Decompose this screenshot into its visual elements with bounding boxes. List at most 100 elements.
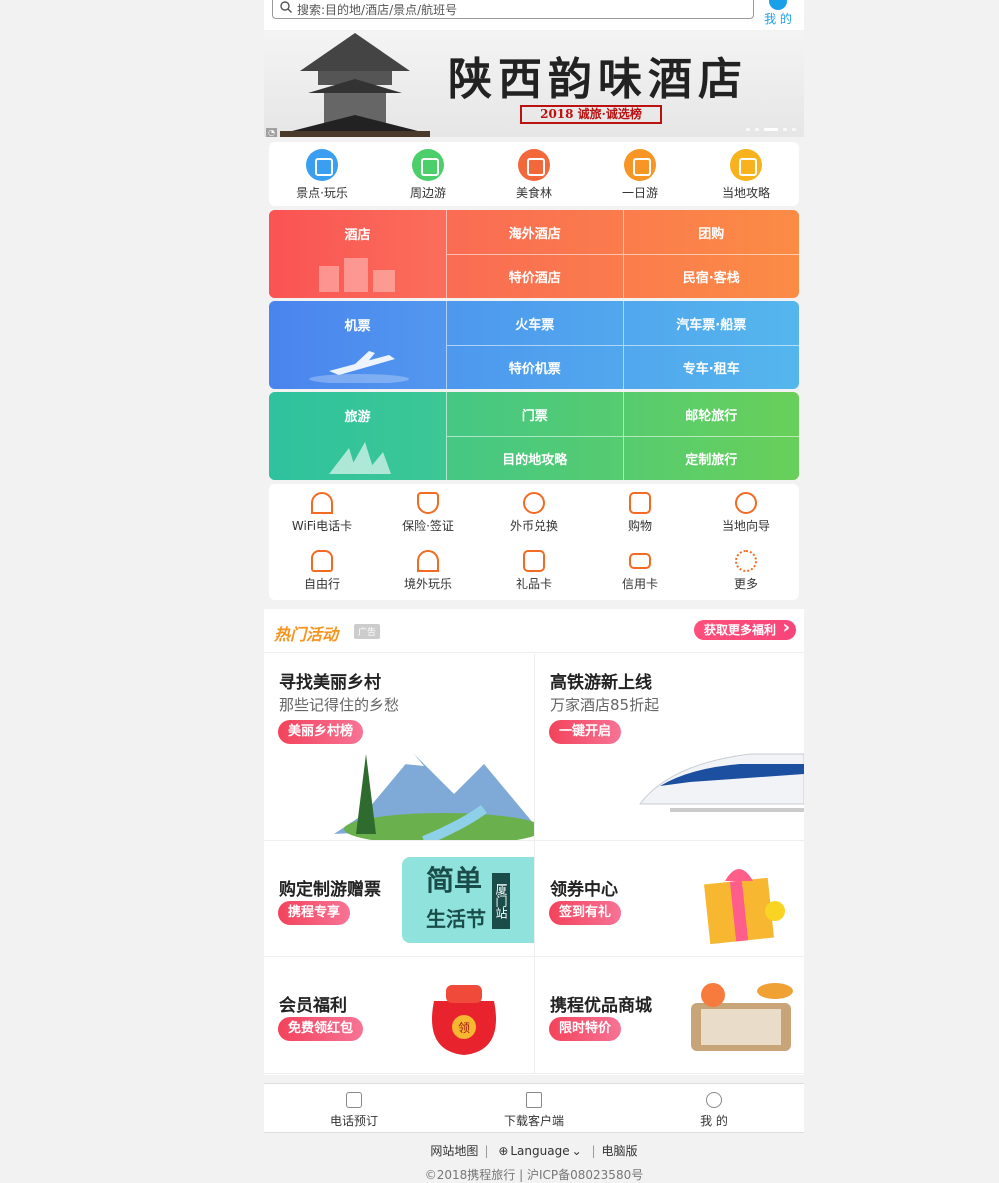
travel-main-button[interactable]: 旅游	[269, 392, 446, 480]
attraction-icon	[306, 149, 338, 181]
top-bar: 搜索:目的地/酒店/景点/航班号 我 的	[264, 0, 804, 30]
service-item[interactable]: 境外玩乐	[375, 542, 481, 600]
more-icon	[735, 550, 757, 572]
guide-icon	[735, 492, 757, 514]
service-label: 购物	[627, 519, 652, 533]
quick-nav-item[interactable]: 景点·玩乐	[269, 142, 375, 206]
search-icon	[280, 1, 292, 13]
promo-banner[interactable]: 陕西韵味酒店 2018 诚旅·诚选榜 ◔	[264, 31, 804, 137]
ticket-illustration: 简单 生活节 厦门站	[402, 857, 534, 943]
service-label: 当地向导	[721, 519, 770, 533]
service-item[interactable]: 保险·签证	[375, 484, 481, 542]
service-item[interactable]: 礼品卡	[481, 542, 587, 600]
service-item[interactable]: 自由行	[269, 542, 375, 600]
search-input[interactable]: 搜索:目的地/酒店/景点/航班号	[272, 0, 754, 19]
copyright: ©2018携程旅行 | 沪ICP备08023580号	[424, 1168, 644, 1182]
red-packet-text: 领	[458, 1021, 470, 1035]
divider: |	[591, 1144, 596, 1158]
suitcase-illustration	[691, 983, 793, 1051]
grid-cell[interactable]: 目的地攻略	[446, 436, 623, 480]
flight-grid: 机票 火车票 汽车票·船票 特价机票 专车·租车	[269, 301, 799, 389]
grid-cell[interactable]: 门票	[446, 392, 623, 436]
download-app-button[interactable]: 下载客户端	[444, 1084, 624, 1132]
grid-cell[interactable]: 特价酒店	[446, 254, 623, 298]
bottom-nav: 电话预订 下载客户端 我 的	[264, 1083, 804, 1133]
more-benefits-button[interactable]: 获取更多福利	[694, 618, 796, 640]
quick-nav-item[interactable]: 当地攻略	[693, 142, 799, 206]
airplane-icon	[309, 351, 409, 383]
quick-nav-label: 当地攻略	[721, 186, 770, 200]
user-icon	[706, 1092, 722, 1108]
tile-button[interactable]: 免费领红包	[278, 1017, 364, 1041]
travel-grid: 旅游 门票 邮轮旅行 目的地攻略 定制旅行	[269, 392, 799, 480]
gift-box-illustration	[704, 869, 785, 945]
sitemap-link[interactable]: 网站地图	[424, 1144, 484, 1158]
service-item[interactable]: 当地向导	[693, 484, 799, 542]
bottom-nav-label: 电话预订	[329, 1114, 378, 1128]
activity-tile-village[interactable]: 寻找美丽乡村 那些记得住的乡愁 美丽乡村榜	[264, 654, 535, 841]
my-account-button[interactable]: 我 的	[624, 1084, 804, 1132]
tile-button[interactable]: 限时特价	[549, 1017, 622, 1041]
hot-header: 热门活动 广告 获取更多福利	[264, 609, 804, 653]
service-label: 自由行	[303, 577, 340, 591]
search-placeholder: 搜索:目的地/酒店/景点/航班号	[297, 3, 458, 17]
tile-button[interactable]: 携程专享	[278, 901, 351, 925]
service-label: 境外玩乐	[403, 577, 452, 591]
tile-button[interactable]: 一键开启	[549, 720, 622, 744]
service-item[interactable]: 外币兑换	[481, 484, 587, 542]
hot-title: 热门活动	[274, 625, 339, 644]
activity-tile-mall[interactable]: 携程优品商城 限时特价	[535, 957, 804, 1074]
activity-tile-coupons[interactable]: 领券中心 签到有礼	[535, 841, 804, 957]
grid-cell[interactable]: 定制旅行	[622, 436, 799, 480]
opera-house-icon	[329, 442, 391, 474]
sun-icon	[624, 149, 656, 181]
grid-cell[interactable]: 火车票	[446, 301, 623, 345]
grid-cell[interactable]: 团购	[622, 210, 800, 254]
activity-tile-custom-tour[interactable]: 购定制游赠票 携程专享 简单 生活节 厦门站	[264, 841, 535, 957]
quick-nav-item[interactable]: 周边游	[375, 142, 481, 206]
quick-nav-label: 美食林	[515, 186, 552, 200]
service-item[interactable]: 购物	[587, 484, 693, 542]
hotel-grid: 酒店 海外酒店 团购 特价酒店 民宿·客栈	[269, 210, 799, 298]
chevron-down-icon: ⌄	[571, 1144, 582, 1158]
carousel-dots[interactable]	[746, 128, 796, 131]
ticket-small-text: 生活节	[426, 907, 486, 931]
mobile-page: 搜索:目的地/酒店/景点/航班号 我 的 陕西韵味酒店 2018 诚旅·诚选榜 …	[264, 0, 804, 1182]
location-pin-icon	[730, 149, 762, 181]
grid-cell[interactable]: 汽车票·船票	[622, 301, 800, 345]
bullet-train-illustration	[638, 753, 804, 812]
quick-nav-item[interactable]: 美食林	[481, 142, 587, 206]
grid-cell[interactable]: 特价机票	[446, 345, 623, 389]
quick-nav: 景点·玩乐 周边游 美食林 一日游 当地攻略	[269, 142, 799, 206]
flight-main-button[interactable]: 机票	[269, 301, 446, 389]
grid-cell[interactable]: 海外酒店	[446, 210, 623, 254]
quick-nav-label: 景点·玩乐	[296, 186, 348, 200]
language-label: Language	[510, 1144, 570, 1158]
grid-cell[interactable]: 民宿·客栈	[622, 254, 799, 298]
bottom-nav-label: 我 的	[700, 1114, 728, 1128]
service-item[interactable]: WiFi电话卡	[269, 484, 375, 542]
ad-badge: 广告	[354, 624, 381, 639]
divider: |	[484, 1144, 489, 1158]
carousel-dot[interactable]	[792, 128, 796, 131]
grid-cell[interactable]: 专车·租车	[622, 345, 799, 389]
me-button[interactable]: 我 的	[760, 0, 796, 30]
tile-button[interactable]: 签到有礼	[549, 901, 622, 925]
footer-links: 网站地图 | ⊕ Language ⌄ | 电脑版	[264, 1142, 804, 1159]
activity-tile-member[interactable]: 会员福利 免费领红包 领	[264, 957, 535, 1074]
carousel-dot[interactable]	[783, 128, 787, 131]
language-select[interactable]: ⊕ Language ⌄	[492, 1144, 587, 1158]
desktop-version-link[interactable]: 电脑版	[596, 1144, 644, 1158]
hotel-main-button[interactable]: 酒店	[269, 210, 446, 298]
carousel-dot[interactable]	[755, 128, 759, 131]
service-item[interactable]: 信用卡	[587, 542, 693, 600]
grid-main-label: 酒店	[344, 228, 371, 243]
grid-cell[interactable]: 邮轮旅行	[622, 392, 800, 436]
carousel-dot[interactable]	[746, 128, 750, 131]
service-item[interactable]: 更多	[693, 542, 799, 600]
mountain-landscape-illustration	[334, 754, 534, 840]
phone-booking-button[interactable]: 电话预订	[264, 1084, 444, 1132]
carousel-dot-active[interactable]	[764, 128, 778, 131]
quick-nav-item[interactable]: 一日游	[587, 142, 693, 206]
activity-tile-highspeed-rail[interactable]: 高铁游新上线 万家酒店85折起 一键开启	[535, 654, 804, 841]
